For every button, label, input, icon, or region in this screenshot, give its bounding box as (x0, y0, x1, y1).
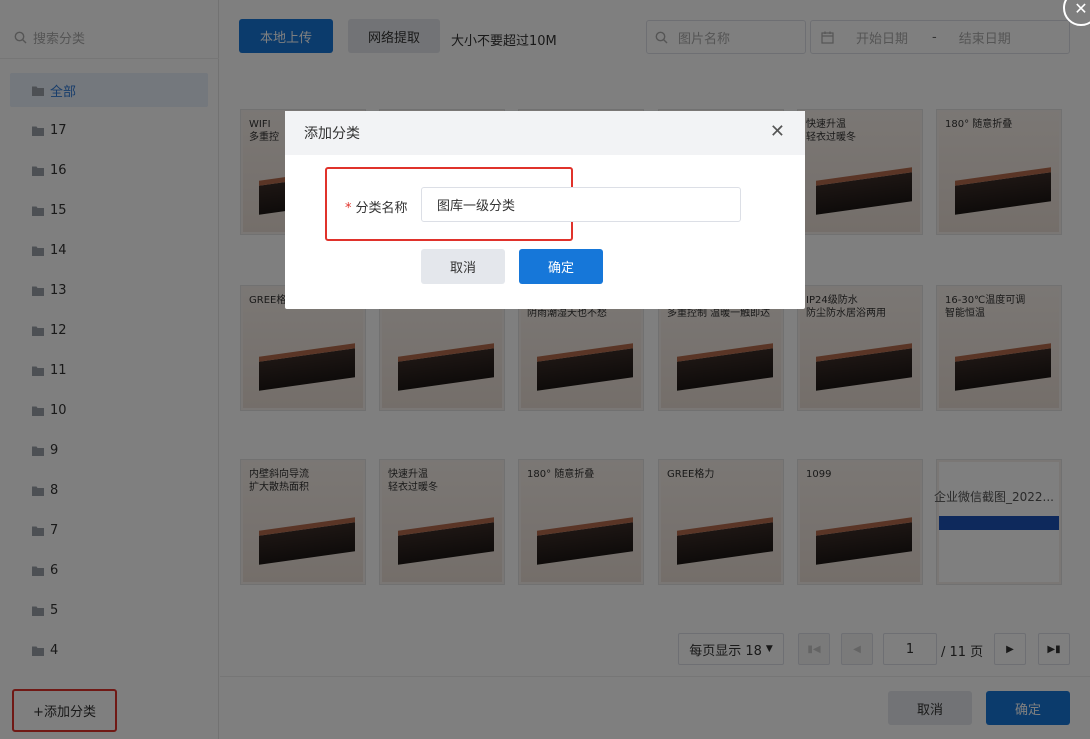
category-name-label-text: 分类名称 (355, 201, 408, 216)
required-mark: * (345, 201, 352, 216)
category-name-input[interactable]: 图库一级分类 (421, 187, 741, 222)
dialog-cancel-button[interactable]: 取消 (421, 249, 505, 284)
category-name-label: * 分类名称 (345, 197, 408, 216)
dialog-title: 添加分类 (304, 126, 360, 142)
dialog-confirm-button[interactable]: 确定 (519, 249, 603, 284)
dialog-header: 添加分类 ✕ (285, 111, 805, 155)
close-icon[interactable]: ✕ (770, 123, 785, 141)
add-category-dialog: 添加分类 ✕ * 分类名称 图库一级分类 取消 确定 (285, 111, 805, 309)
